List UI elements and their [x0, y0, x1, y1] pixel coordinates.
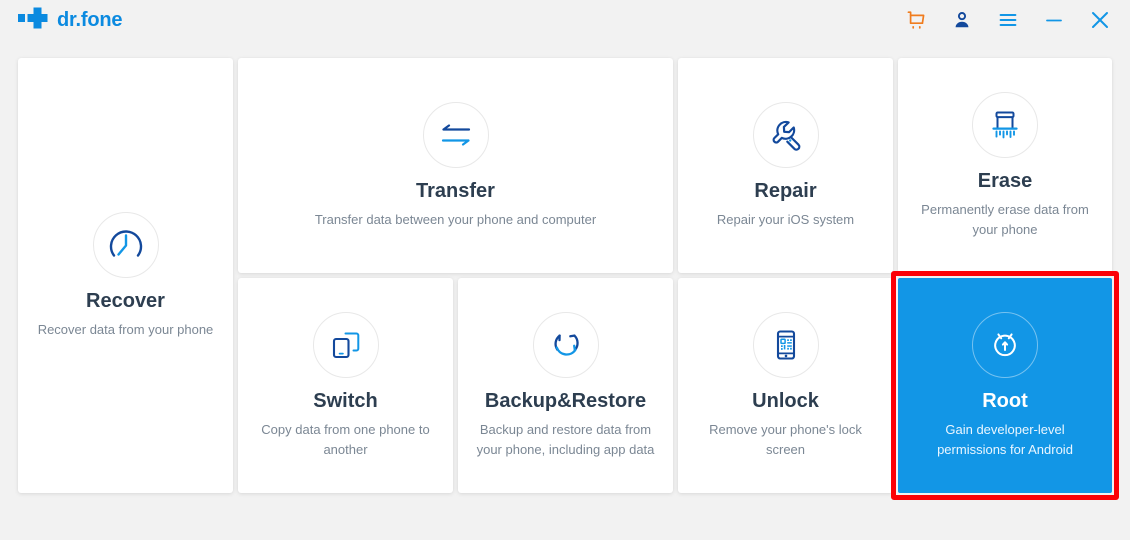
shredder-icon: [972, 92, 1038, 158]
feature-card-unlock[interactable]: Unlock Remove your phone's lock screen: [678, 278, 893, 493]
card-content: Repair Repair your iOS system: [692, 101, 879, 230]
titlebar-actions: [904, 8, 1116, 32]
card-content: Recover Recover data from your phone: [32, 211, 219, 340]
feature-card-recover[interactable]: Recover Recover data from your phone: [18, 58, 233, 493]
phone-qr-lock-icon: [752, 312, 819, 378]
card-content: Root Gain developer-level permissions fo…: [912, 312, 1098, 459]
card-content: Erase Permanently erase data from your p…: [912, 92, 1098, 239]
card-title: Root: [982, 390, 1028, 412]
clock-recover-icon: [92, 211, 159, 278]
card-description: Repair your iOS system: [716, 211, 855, 227]
card-description: Copy data from one phone to another: [261, 422, 430, 457]
card-description: Permanently erase data from your phone: [921, 202, 1089, 237]
two-phones-icon: [312, 312, 379, 378]
wrench-icon: [752, 101, 819, 168]
card-description: Transfer data between your phone and com…: [314, 211, 597, 227]
minimize-icon[interactable]: [1042, 8, 1066, 32]
brand-name: dr.fone: [57, 9, 123, 31]
dr-fone-app-window: dr.fone Recover Recover data from your p…: [0, 0, 1130, 540]
feature-card-root[interactable]: Root Gain developer-level permissions fo…: [898, 278, 1112, 493]
card-content: Switch Copy data from one phone to anoth…: [252, 312, 439, 459]
card-description: Recover data from your phone: [37, 321, 214, 337]
card-title: Backup&Restore: [484, 390, 647, 412]
close-icon[interactable]: [1088, 8, 1112, 32]
feature-grid: Recover Recover data from your phone Tra…: [18, 58, 1119, 500]
user-icon[interactable]: [950, 8, 974, 32]
feature-card-erase[interactable]: Erase Permanently erase data from your p…: [898, 58, 1112, 273]
card-content: Backup&Restore Backup and restore data f…: [472, 312, 659, 459]
cart-icon[interactable]: [904, 8, 928, 32]
feature-card-repair[interactable]: Repair Repair your iOS system: [678, 58, 893, 273]
card-title: Erase: [977, 170, 1033, 192]
card-title: Transfer: [416, 179, 495, 202]
feature-card-transfer[interactable]: Transfer Transfer data between your phon…: [238, 58, 673, 273]
feature-board: Recover Recover data from your phone Tra…: [0, 40, 1130, 540]
card-title: Recover: [86, 289, 165, 312]
circular-sync-icon: [532, 312, 599, 378]
titlebar: dr.fone: [0, 0, 1130, 40]
card-title: Switch: [313, 390, 378, 412]
menu-icon[interactable]: [996, 8, 1020, 32]
card-content: Transfer Transfer data between your phon…: [252, 101, 659, 230]
android-root-icon: [972, 312, 1038, 378]
card-description: Remove your phone's lock screen: [709, 422, 862, 457]
brand: dr.fone: [18, 7, 122, 34]
card-description: Backup and restore data from your phone,…: [476, 422, 655, 457]
card-description: Gain developer-level permissions for And…: [937, 422, 1073, 457]
card-content: Unlock Remove your phone's lock screen: [692, 312, 879, 459]
feature-card-backup-restore[interactable]: Backup&Restore Backup and restore data f…: [458, 278, 673, 493]
plus-cross-logo-icon: [18, 7, 48, 34]
feature-card-switch[interactable]: Switch Copy data from one phone to anoth…: [238, 278, 453, 493]
card-title: Unlock: [752, 390, 819, 412]
two-way-arrows-icon: [422, 101, 489, 168]
card-title: Repair: [754, 179, 817, 202]
